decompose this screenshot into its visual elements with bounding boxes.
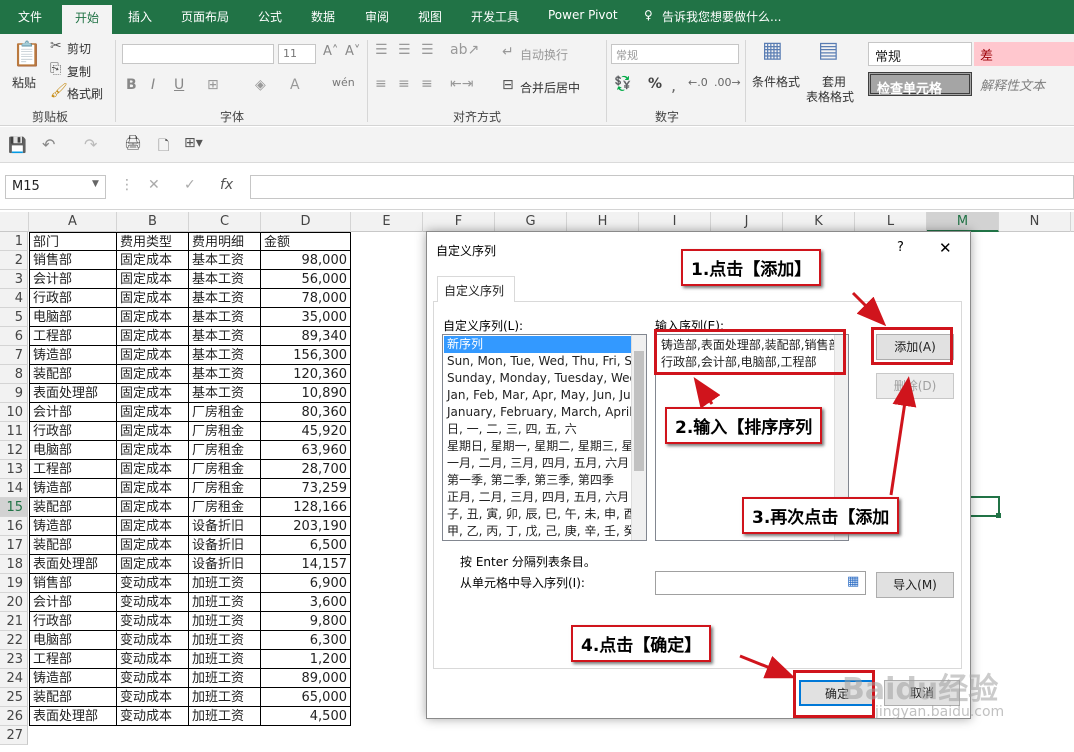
baidu-watermark-url: jingyan.baidu.com (875, 704, 1005, 720)
tab-custom-lists[interactable]: 自定义序列 (437, 276, 515, 302)
annotation-arrows (693, 291, 917, 679)
baidu-watermark: Baidu经验 (842, 672, 999, 707)
arrow-step-2 (693, 377, 721, 409)
arrow-step-3 (889, 376, 917, 496)
arrow-step-4 (739, 654, 796, 679)
arrow-step-1 (851, 291, 887, 327)
